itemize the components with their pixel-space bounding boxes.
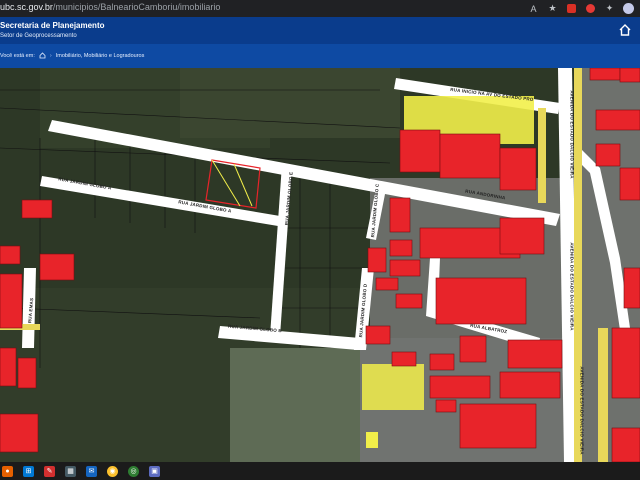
address-text[interactable]: ubc.sc.gov.br/municipios/BalnearioCambor… bbox=[0, 2, 220, 12]
red-parcel bbox=[391, 351, 417, 367]
red-parcel bbox=[0, 347, 17, 387]
url-host: ubc.sc.gov.br bbox=[0, 2, 53, 12]
read-aloud-icon[interactable]: A bbox=[528, 3, 539, 14]
street-label-avenida-upper: AVENIDA DO ESTADO DALCIO VIEIRA bbox=[569, 90, 575, 179]
puzzle-icon[interactable]: ✦ bbox=[604, 3, 615, 14]
red-parcel bbox=[17, 357, 37, 389]
red-parcel bbox=[365, 325, 391, 345]
breadcrumb-prefix: Você está em: bbox=[0, 52, 35, 59]
red-parcel bbox=[499, 147, 537, 191]
red-parcel bbox=[623, 267, 640, 309]
red-parcel bbox=[375, 277, 399, 291]
map-canvas[interactable] bbox=[0, 68, 640, 462]
ink-icon[interactable]: ✎ bbox=[44, 465, 55, 477]
app-header: Secretaria de Planejamento Setor de Geop… bbox=[0, 17, 640, 44]
mail-icon[interactable]: ✉ bbox=[86, 465, 97, 477]
street-label-avenida-mid: AVENIDA DO ESTADO DALCIO VIEIRA bbox=[569, 242, 575, 331]
red-parcel bbox=[435, 277, 527, 325]
breadcrumb-bar: Você está em: › Imobiliário, Mobiliário … bbox=[0, 44, 640, 107]
breadcrumb-home-icon[interactable] bbox=[39, 52, 46, 59]
firefox-icon[interactable]: ● bbox=[2, 465, 13, 477]
breadcrumb-current[interactable]: Imobiliário, Mobiliário e Logradouros bbox=[56, 53, 145, 59]
map-view[interactable]: RUA INICIO NA AV DO ESTADO PRO RUA ANDOR… bbox=[0, 68, 640, 462]
red-parcel bbox=[395, 293, 423, 309]
red-parcel bbox=[499, 371, 561, 399]
red-parcel bbox=[589, 68, 621, 81]
green-app-icon[interactable]: ◎ bbox=[128, 465, 139, 477]
taskbar: ● ⊞ ✎ ▦ ✉ ◉ ◎ ▣ bbox=[0, 462, 640, 480]
breadcrumb: Você está em: › Imobiliário, Mobiliário … bbox=[0, 52, 144, 59]
red-parcel bbox=[595, 109, 640, 131]
red-parcel bbox=[0, 413, 39, 453]
star-icon[interactable]: ★ bbox=[547, 3, 558, 14]
red-parcel bbox=[499, 217, 545, 255]
red-parcel bbox=[429, 375, 491, 399]
yellow-parcel bbox=[366, 432, 378, 448]
street-label-avenida-lower: AVENIDA DO ESTADO DALCIO VIEIRA bbox=[579, 366, 585, 455]
red-parcel bbox=[611, 327, 640, 399]
page-subtitle: Setor de Geoprocessamento bbox=[0, 33, 77, 39]
red-parcel bbox=[439, 133, 501, 179]
browser-address-bar[interactable]: ubc.sc.gov.br/municipios/BalnearioCambor… bbox=[0, 0, 640, 17]
red-parcel bbox=[619, 68, 640, 83]
yellow-road-border bbox=[538, 108, 546, 203]
photos-icon[interactable]: ▣ bbox=[149, 465, 160, 477]
chrome-icon[interactable]: ◉ bbox=[107, 465, 118, 477]
yellow-road-border bbox=[598, 328, 608, 462]
windows-icon[interactable]: ⊞ bbox=[23, 465, 34, 477]
browser-toolbar-icons: A ★ ✦ bbox=[528, 0, 640, 17]
red-parcel bbox=[389, 259, 421, 277]
red-parcel bbox=[367, 247, 387, 273]
yellow-parcel bbox=[362, 364, 424, 410]
extension-icon[interactable] bbox=[566, 3, 577, 14]
page-title: Secretaria de Planejamento bbox=[0, 21, 105, 30]
home-icon[interactable] bbox=[618, 23, 632, 37]
pdf-extension-icon[interactable] bbox=[585, 3, 596, 14]
red-parcel bbox=[429, 353, 455, 371]
red-parcel bbox=[21, 199, 53, 219]
red-parcel bbox=[611, 427, 640, 462]
red-parcel bbox=[0, 245, 21, 265]
red-parcel bbox=[39, 253, 75, 281]
red-parcel bbox=[389, 197, 411, 233]
red-parcel bbox=[507, 339, 563, 369]
red-parcel bbox=[0, 273, 23, 329]
vegetation-patch bbox=[180, 68, 400, 138]
red-parcel bbox=[595, 143, 621, 167]
red-parcel bbox=[619, 167, 640, 201]
breadcrumb-separator: › bbox=[49, 52, 52, 59]
red-parcel bbox=[435, 399, 457, 413]
url-path: /municipios/BalnearioCamboriu/imobiliari… bbox=[52, 2, 221, 12]
red-parcel bbox=[389, 239, 413, 257]
red-parcel bbox=[399, 129, 441, 173]
clearing bbox=[230, 348, 360, 462]
red-parcel bbox=[459, 403, 537, 449]
red-parcel bbox=[459, 335, 487, 363]
store-icon[interactable]: ▦ bbox=[65, 465, 76, 477]
profile-avatar[interactable] bbox=[623, 3, 634, 14]
